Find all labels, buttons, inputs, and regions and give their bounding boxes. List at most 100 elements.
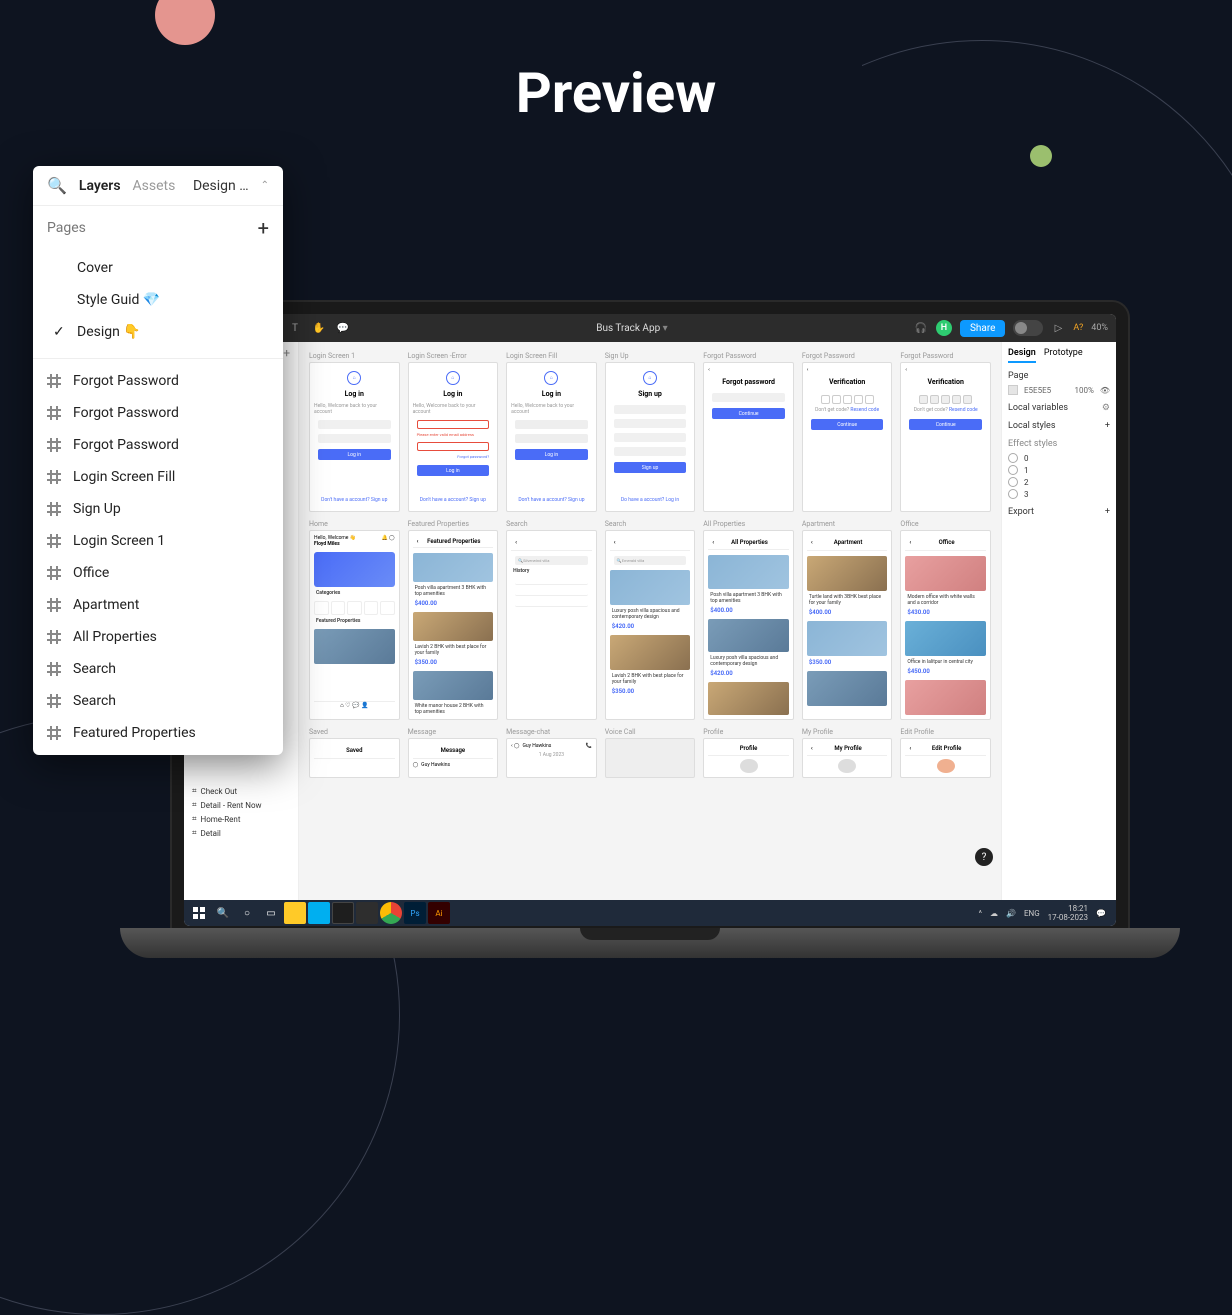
artboard-search1[interactable]: ‹ 🔍 Silverwind villa History	[506, 530, 597, 720]
artboard-apartment[interactable]: ‹ Apartment Turtle land with 3BHK best p…	[802, 530, 893, 720]
layer-item[interactable]: All Properties	[33, 621, 283, 653]
artboard-featured[interactable]: ‹ Featured Properties Posh villa apartme…	[408, 530, 499, 720]
tray-time[interactable]: 18:21	[1068, 904, 1088, 913]
share-button[interactable]: Share	[960, 320, 1005, 337]
tab-prototype[interactable]: Prototype	[1044, 348, 1083, 363]
effect-style[interactable]: 1	[1008, 465, 1110, 475]
artboard-profile[interactable]: Profile	[703, 738, 794, 778]
layer-row[interactable]: ⌗Detail	[184, 826, 298, 840]
artboard-saved[interactable]: Saved	[309, 738, 400, 778]
frame-icon	[47, 726, 61, 740]
figma-file-title[interactable]: Bus Track App	[596, 323, 660, 334]
chrome-app-icon[interactable]	[380, 902, 402, 924]
effect-style[interactable]: 2	[1008, 477, 1110, 487]
start-button[interactable]	[188, 902, 210, 924]
help-button[interactable]: ?	[975, 848, 993, 866]
frame-icon	[47, 566, 61, 580]
zoom-level[interactable]: 40%	[1091, 323, 1108, 333]
layer-row[interactable]: ⌗Check Out	[184, 784, 298, 798]
decorative-circle-pink	[155, 0, 215, 45]
artboard-forgot1[interactable]: ‹ Forgot password Continue	[703, 362, 794, 512]
artboard-forgot3[interactable]: ‹ Verification Don't get code? Resend co…	[900, 362, 991, 512]
check-icon: ✓	[53, 324, 67, 340]
artboard-allproperties[interactable]: ‹ All Properties Posh villa apartment 3 …	[703, 530, 794, 720]
text-tool-icon[interactable]: T	[288, 321, 302, 335]
present-icon[interactable]: ▷	[1051, 321, 1065, 335]
tray-volume-icon[interactable]: 🔊	[1006, 909, 1016, 918]
artboard-message[interactable]: Message ◯ Guy Hawkins	[408, 738, 499, 778]
user-avatar[interactable]: H	[936, 320, 952, 336]
frame-icon	[47, 438, 61, 452]
effect-style[interactable]: 3	[1008, 489, 1110, 499]
eye-icon[interactable]: 👁	[1100, 386, 1110, 395]
cortana-icon[interactable]: ○	[236, 902, 258, 924]
layer-item[interactable]: Login Screen 1	[33, 525, 283, 557]
home-logo-icon: ⌂	[347, 371, 361, 385]
plus-icon[interactable]: +	[1105, 507, 1110, 517]
photoshop-app-icon[interactable]: Ps	[404, 902, 426, 924]
frame-icon	[47, 406, 61, 420]
tab-design[interactable]: Design	[1008, 348, 1036, 363]
artboard-login-fill[interactable]: ⌂Log in Hello, Welcome back to your acco…	[506, 362, 597, 512]
headphones-icon[interactable]: 🎧	[914, 321, 928, 335]
layer-item[interactable]: Forgot Password	[33, 429, 283, 461]
layer-item[interactable]: Forgot Password	[33, 397, 283, 429]
artboard-msgchat[interactable]: ‹ ◯ Guy Hawkins 📞 1 Aug 2023	[506, 738, 597, 778]
layers-panel: 🔍 Layers Assets Design … ⌃ Pages+ Cover …	[33, 166, 283, 755]
hand-tool-icon[interactable]: ✋	[312, 321, 326, 335]
artboard-voice[interactable]	[605, 738, 696, 778]
layer-item[interactable]: Featured Properties	[33, 717, 283, 749]
tray-lang[interactable]: ENG	[1024, 909, 1040, 918]
artboard-office[interactable]: ‹ Office Modern office with white walls …	[900, 530, 991, 720]
app-icon[interactable]	[356, 902, 378, 924]
layer-item[interactable]: Apartment	[33, 589, 283, 621]
artboard-login-error[interactable]: ⌂Log in Hello, Welcome back to your acco…	[408, 362, 499, 512]
artboard-forgot2[interactable]: ‹ Verification Don't get code? Resend co…	[802, 362, 893, 512]
comment-tool-icon[interactable]: 💬	[336, 321, 350, 335]
tray-up-icon[interactable]: ^	[979, 909, 982, 918]
tab-assets[interactable]: Assets	[133, 178, 176, 194]
layer-item[interactable]: Login Screen Fill	[33, 461, 283, 493]
page-cover[interactable]: Cover	[47, 252, 269, 284]
settings-icon[interactable]: ⚙	[1102, 403, 1110, 413]
search-icon[interactable]: 🔍	[212, 902, 234, 924]
layer-item[interactable]: Forgot Password	[33, 365, 283, 397]
layer-item[interactable]: Search	[33, 653, 283, 685]
frame-icon	[47, 470, 61, 484]
page-design[interactable]: ✓Design 👇	[47, 316, 269, 348]
frame-icon	[47, 630, 61, 644]
artboard-home[interactable]: Hello, Welcome 👋Floyd Miles🔔 ◯ Categorie…	[309, 530, 400, 720]
chevron-up-icon[interactable]: ⌃	[261, 180, 269, 191]
artboard-editprofile[interactable]: ‹ Edit Profile	[900, 738, 991, 778]
explorer-app-icon[interactable]	[284, 902, 306, 924]
plus-icon[interactable]: +	[1105, 421, 1110, 431]
effect-style[interactable]: 0	[1008, 453, 1110, 463]
artboard-search2[interactable]: ‹ 🔍 Emerald villa Luxury posh villa spac…	[605, 530, 696, 720]
artboard-login1[interactable]: ⌂ Log in Hello, Welcome back to your acc…	[309, 362, 400, 512]
layer-item[interactable]: Search	[33, 685, 283, 717]
skype-app-icon[interactable]	[308, 902, 330, 924]
figma-app-icon[interactable]	[332, 902, 354, 924]
artboard-label[interactable]: Login Screen 1	[309, 352, 400, 360]
figma-canvas[interactable]: Login Screen 1 ⌂ Log in Hello, Welcome b…	[299, 342, 1001, 900]
windows-taskbar: 🔍 ○ ▭ Ps Ai ^ ☁ 🔊 ENG 18:2117-08-2023 💬	[184, 900, 1116, 926]
task-view-icon[interactable]: ▭	[260, 902, 282, 924]
artboard-signup[interactable]: ⌂Sign up Sign up Do have a account? Log …	[605, 362, 696, 512]
tray-cast-icon[interactable]: ☁	[990, 909, 998, 918]
laptop-frame: ▾ ⌗ ✎ T ✋ 💬 Bus Track App ▾ 🎧 H Share ▷ …	[170, 300, 1130, 940]
illustrator-app-icon[interactable]: Ai	[428, 902, 450, 924]
page-fill[interactable]: E5E5E5100% 👁	[1008, 385, 1110, 395]
layer-row[interactable]: ⌗Detail - Rent Now	[184, 798, 298, 812]
dev-mode-toggle[interactable]	[1013, 320, 1043, 336]
layer-row[interactable]: ⌗Home-Rent	[184, 812, 298, 826]
artboard-myprofile[interactable]: ‹ My Profile	[802, 738, 893, 778]
notifications-icon[interactable]: 💬	[1096, 909, 1106, 918]
search-icon[interactable]: 🔍	[47, 176, 67, 195]
file-dropdown[interactable]: Design …	[193, 178, 249, 194]
layer-item[interactable]: Office	[33, 557, 283, 589]
page-styleguide[interactable]: Style Guid 💎	[47, 284, 269, 316]
tab-layers[interactable]: Layers	[79, 178, 121, 194]
layer-item[interactable]: Sign Up	[33, 493, 283, 525]
tray-date[interactable]: 17-08-2023	[1048, 913, 1088, 922]
add-page-button[interactable]: +	[258, 216, 269, 240]
